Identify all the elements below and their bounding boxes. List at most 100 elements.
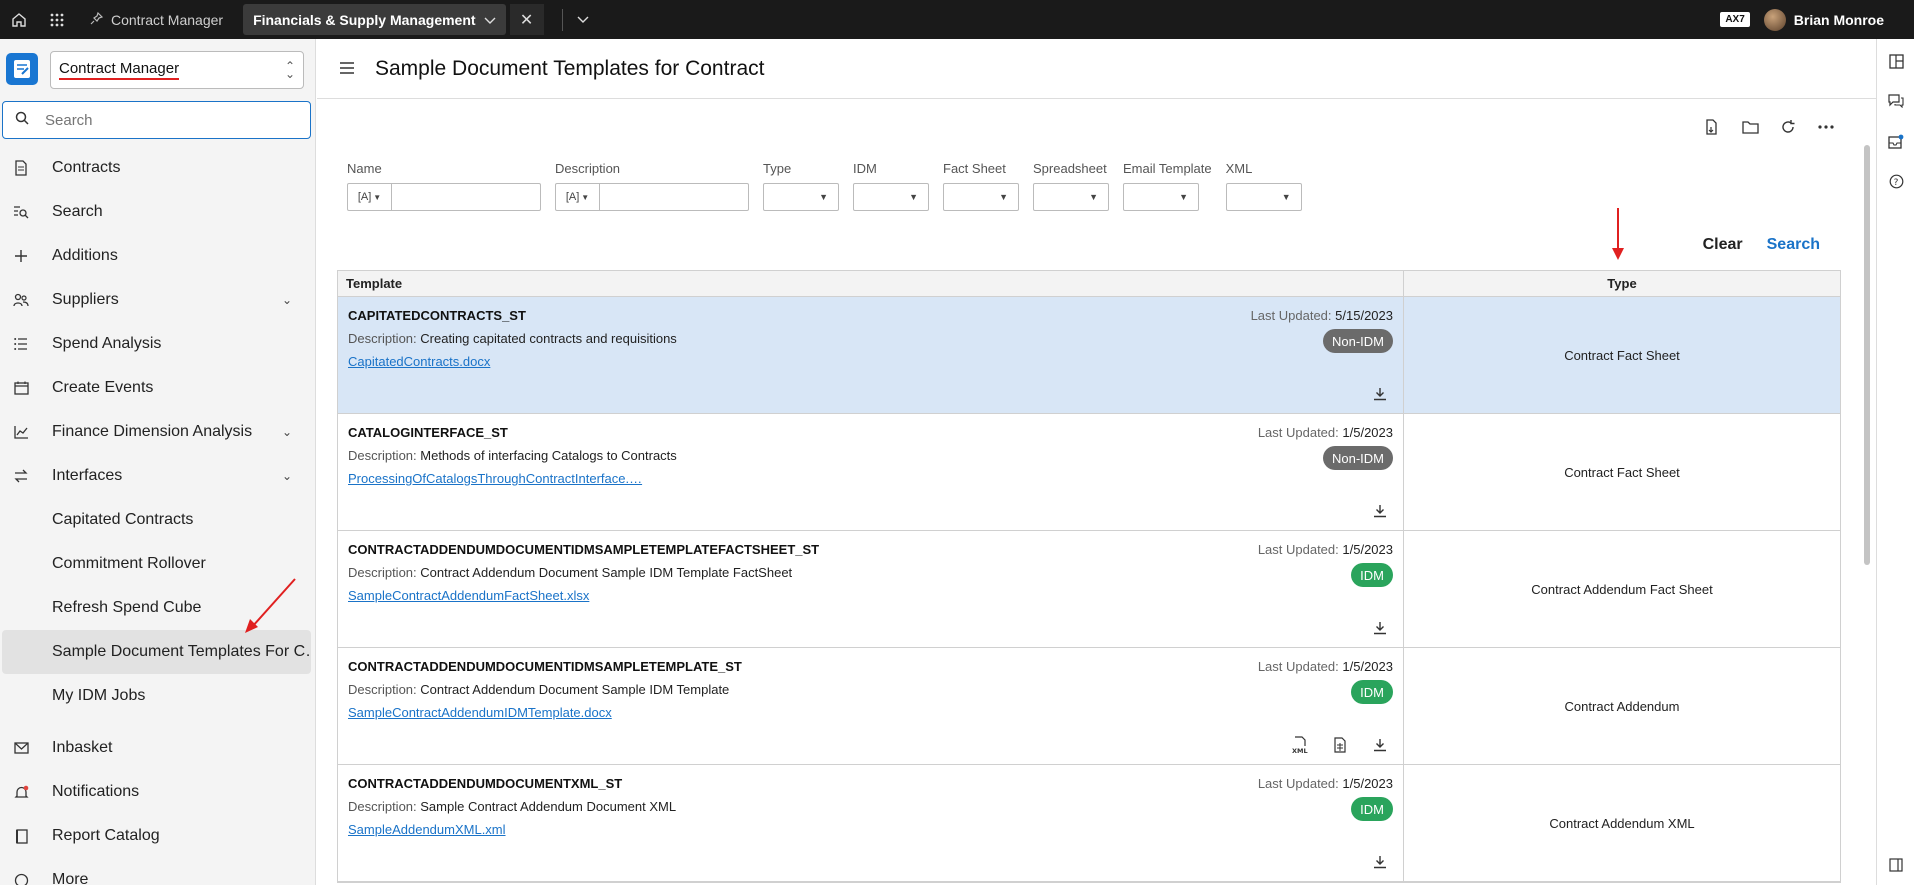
template-file-link[interactable]: SampleContractAddendumFactSheet.xlsx [348, 588, 589, 603]
type-dropdown[interactable]: ▼ [763, 183, 839, 211]
expand-panel-icon[interactable] [1877, 845, 1914, 885]
sidebar-item-interfaces[interactable]: Interfaces ⌄ [0, 454, 316, 498]
sidebar-item-contracts[interactable]: Contracts [0, 146, 316, 190]
sidebar-subitem-my-idm-jobs[interactable]: My IDM Jobs [0, 674, 316, 718]
scrollbar[interactable] [1862, 99, 1872, 885]
search-list-icon [12, 205, 30, 219]
sidebar-nav: Contracts Search Additions Suppliers ⌄ S… [0, 146, 316, 885]
status-badge: Non-IDM [1322, 329, 1393, 353]
tenant-badge[interactable]: AX7 [1720, 12, 1750, 27]
column-header-template[interactable]: Template [338, 271, 1404, 296]
download-icon[interactable] [1371, 385, 1389, 403]
page-toolbar [1702, 117, 1836, 137]
sidebar-item-label: Contracts [52, 159, 121, 176]
home-icon[interactable] [0, 0, 38, 39]
sidebar-item-label: Interfaces [52, 467, 123, 484]
template-file-link[interactable]: CapitatedContracts.docx [348, 354, 490, 369]
spreadsheet-icon[interactable] [1331, 736, 1349, 754]
filter-actions: Clear Search [1703, 236, 1820, 254]
layout-panel-icon[interactable] [1877, 41, 1914, 81]
search-input[interactable] [45, 111, 285, 129]
sidebar-item-search[interactable]: Search [0, 190, 316, 234]
user-menu[interactable]: Brian Monroe [1763, 8, 1884, 31]
sidebar-item-notifications[interactable]: Notifications [0, 770, 316, 814]
description-operator-dropdown[interactable]: [A] ▼ [556, 184, 600, 210]
chevron-down-icon[interactable]: ⌄ [282, 425, 292, 439]
description-filter-field[interactable]: [A] ▼ [555, 183, 749, 211]
folder-icon[interactable] [1740, 117, 1760, 137]
clear-button[interactable]: Clear [1703, 236, 1743, 254]
sidebar-item-inbasket[interactable]: Inbasket [0, 726, 316, 770]
avatar [1763, 8, 1786, 31]
pin-icon[interactable] [90, 11, 104, 28]
tab-financials-supply-management[interactable]: Financials & Supply Management [243, 4, 506, 35]
template-cell: CONTRACTADDENDUMDOCUMENTIDMSAMPLETEMPLAT… [338, 531, 1404, 647]
hamburger-menu-icon[interactable] [339, 58, 355, 79]
name-operator-dropdown[interactable]: [A] ▼ [348, 184, 392, 210]
status-badge: IDM [1351, 680, 1393, 704]
sidebar-item-finance-dimension-analysis[interactable]: Finance Dimension Analysis ⌄ [0, 410, 316, 454]
search-button[interactable]: Search [1767, 236, 1820, 254]
idm-dropdown[interactable]: ▼ [853, 183, 929, 211]
sidebar-item-create-events[interactable]: Create Events [0, 366, 316, 410]
template-description: Description: Contract Addendum Document … [348, 682, 730, 697]
sidebar-item-label: More [52, 871, 89, 885]
right-rail: ? [1876, 39, 1914, 885]
table-row[interactable]: CONTRACTADDENDUMDOCUMENTXML_ST Descripti… [338, 765, 1840, 882]
app-selector[interactable]: Contract Manager ⌃ ⌄ [50, 51, 304, 89]
sidebar-search[interactable] [2, 101, 311, 139]
name-filter-field[interactable]: [A] ▼ [347, 183, 541, 211]
download-icon[interactable] [1371, 853, 1389, 871]
mail-icon [12, 742, 30, 754]
spreadsheet-dropdown[interactable]: ▼ [1033, 183, 1109, 211]
chevron-down-icon[interactable]: ⌄ [282, 293, 292, 307]
chevron-down-icon[interactable] [484, 12, 496, 28]
sidebar-subitem-sample-document-templates[interactable]: Sample Document Templates For C… [2, 630, 311, 674]
chat-icon[interactable] [1877, 81, 1914, 121]
bell-icon [12, 785, 30, 800]
template-description: Description: Contract Addendum Document … [348, 565, 793, 580]
export-document-icon[interactable] [1702, 117, 1722, 137]
template-file-link[interactable]: SampleContractAddendumIDMTemplate.docx [348, 705, 612, 720]
download-icon[interactable] [1371, 736, 1389, 754]
template-name: CAPITATEDCONTRACTS_ST [348, 308, 526, 323]
templates-table: Template Type CAPITATEDCONTRACTS_ST Desc… [337, 270, 1841, 883]
sidebar-item-label: Additions [52, 247, 118, 264]
sidebar-item-report-catalog[interactable]: Report Catalog [0, 814, 316, 858]
table-row[interactable]: CONTRACTADDENDUMDOCUMENTIDMSAMPLETEMPLAT… [338, 648, 1840, 765]
xml-dropdown[interactable]: ▼ [1225, 183, 1302, 211]
email-template-dropdown[interactable]: ▼ [1123, 183, 1199, 211]
app-grid-icon[interactable] [38, 0, 76, 39]
close-tab-icon[interactable]: ✕ [509, 4, 544, 35]
help-icon[interactable]: ? [1877, 161, 1914, 201]
more-actions-icon[interactable] [1816, 117, 1836, 137]
chart-icon [12, 425, 30, 439]
status-badge: Non-IDM [1322, 446, 1393, 470]
sidebar-item-more[interactable]: More [0, 858, 316, 885]
template-file-link[interactable]: SampleAddendumXML.xml [348, 822, 506, 837]
xml-file-icon[interactable]: XML [1291, 736, 1309, 754]
table-row[interactable]: CONTRACTADDENDUMDOCUMENTIDMSAMPLETEMPLAT… [338, 531, 1840, 648]
search-icon [15, 111, 29, 129]
contracts-icon [12, 160, 30, 176]
download-icon[interactable] [1371, 619, 1389, 637]
sidebar-subitem-commitment-rollover[interactable]: Commitment Rollover [0, 542, 316, 586]
sidebar-subitem-refresh-spend-cube[interactable]: Refresh Spend Cube [0, 586, 316, 630]
fact-sheet-dropdown[interactable]: ▼ [943, 183, 1019, 211]
chevron-down-icon[interactable]: ⌄ [282, 469, 292, 483]
tab-contract-manager[interactable]: Contract Manager [76, 0, 237, 39]
sidebar-item-suppliers[interactable]: Suppliers ⌄ [0, 278, 316, 322]
tabs-overflow-chevron-icon[interactable] [577, 16, 589, 24]
refresh-icon[interactable] [1778, 117, 1798, 137]
sidebar-item-spend-analysis[interactable]: Spend Analysis [0, 322, 316, 366]
table-row[interactable]: CAPITATEDCONTRACTS_ST Description: Creat… [338, 297, 1840, 414]
scroll-thumb[interactable] [1864, 145, 1870, 565]
sidebar-item-additions[interactable]: Additions [0, 234, 316, 278]
column-header-type[interactable]: Type [1404, 271, 1840, 296]
inbox-notification-icon[interactable] [1877, 121, 1914, 161]
sidebar-subitem-capitated-contracts[interactable]: Capitated Contracts [0, 498, 316, 542]
download-icon[interactable] [1371, 502, 1389, 520]
table-row[interactable]: CATALOGINTERFACE_ST Description: Methods… [338, 414, 1840, 531]
template-file-link[interactable]: ProcessingOfCatalogsThroughContractInter… [348, 471, 642, 486]
tab-label: Financials & Supply Management [253, 11, 476, 28]
